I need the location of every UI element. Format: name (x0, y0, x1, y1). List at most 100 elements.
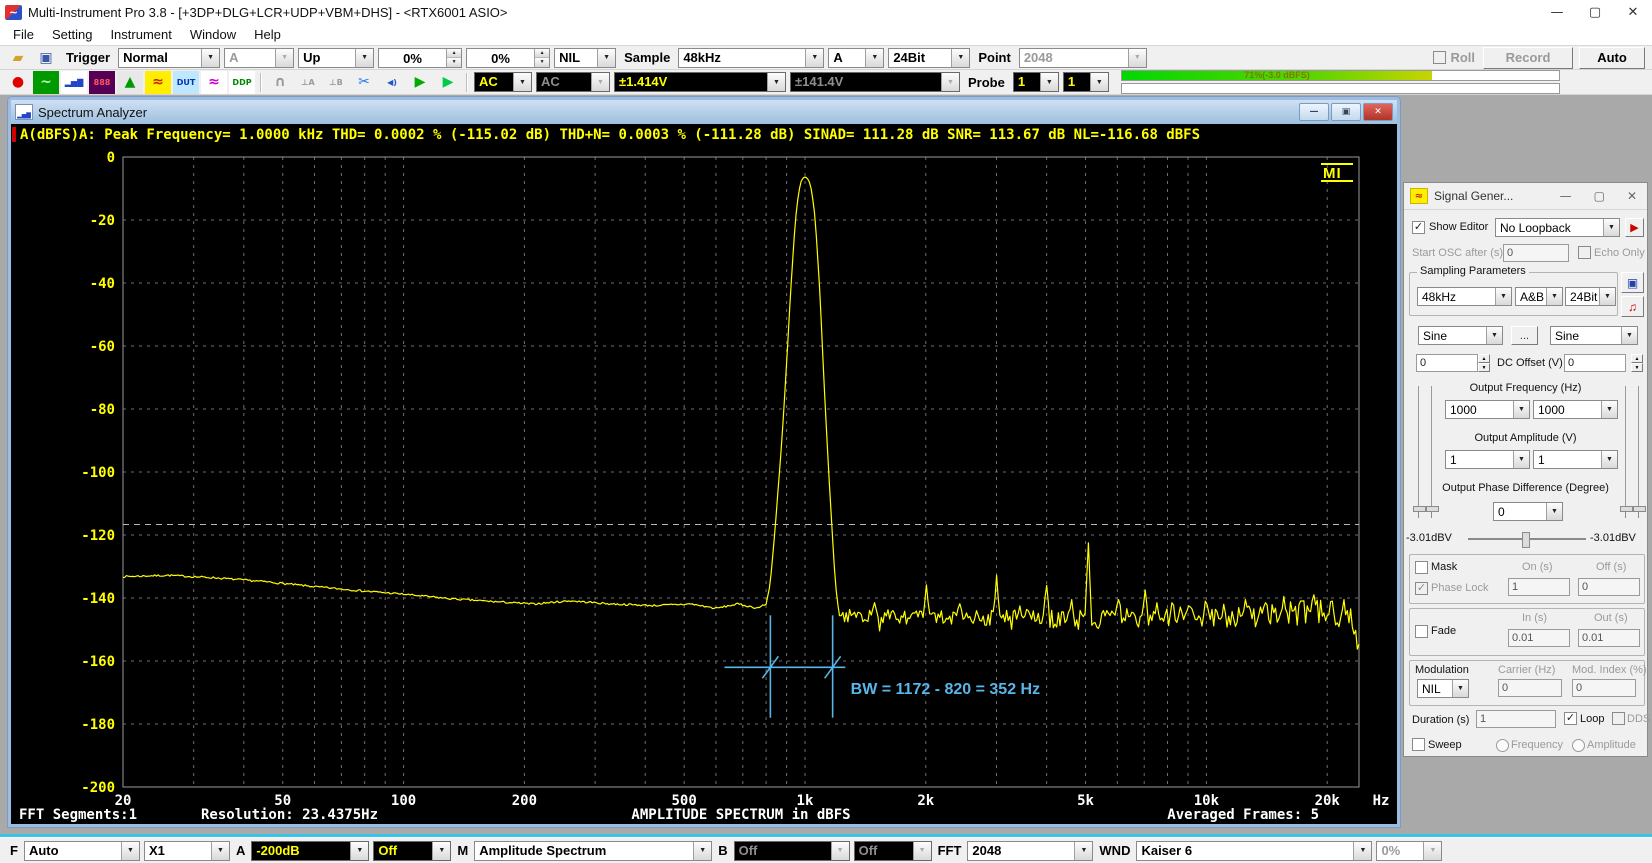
generator-channels-combo[interactable]: A&B ▼ (1515, 287, 1563, 306)
mask-checkbox[interactable] (1415, 561, 1428, 574)
dc-offset-b-down-icon[interactable]: ▼ (1631, 363, 1643, 372)
chevron-down-icon[interactable]: ▼ (1601, 451, 1617, 468)
phase-combo[interactable]: 0 ▼ (1493, 502, 1563, 521)
sample-channel-combo[interactable]: A▼ (828, 48, 884, 68)
generator-sample-rate-combo[interactable]: 48kHz ▼ (1417, 287, 1512, 306)
sweep-checkbox[interactable] (1412, 738, 1425, 751)
trigger-delay-spinner[interactable]: 0%▲▼ (466, 48, 550, 68)
trigger-nil-combo[interactable]: NIL▼ (554, 48, 616, 68)
sweep-frequency-radio[interactable] (1496, 739, 1509, 752)
close-icon[interactable]: ✕ (1614, 1, 1652, 24)
dut-icon[interactable]: DUT (173, 71, 199, 94)
probe-b-combo[interactable]: 1▼ (1063, 72, 1109, 92)
chevron-down-icon[interactable]: ▼ (1090, 73, 1108, 91)
mod-index-input[interactable] (1572, 679, 1636, 697)
chevron-down-icon[interactable]: ▼ (1074, 842, 1092, 860)
chevron-down-icon[interactable]: ▼ (1353, 842, 1371, 860)
trigger-edge-combo[interactable]: Up▼ (298, 48, 374, 68)
chevron-down-icon[interactable]: ▼ (913, 842, 931, 860)
multimeter-icon[interactable]: 888 (89, 71, 115, 94)
duration-input[interactable] (1476, 710, 1556, 728)
panel-minimize-icon[interactable]: — (1560, 189, 1572, 203)
window-function-combo[interactable]: Kaiser 6▼ (1136, 841, 1372, 861)
chevron-down-icon[interactable]: ▼ (951, 49, 969, 67)
sound-device-icon[interactable]: ◀) (379, 71, 405, 94)
trigger-level-spinner[interactable]: 0%▲▼ (378, 48, 462, 68)
start-osc-input[interactable] (1503, 244, 1569, 262)
chevron-down-icon[interactable]: ▼ (1513, 451, 1529, 468)
spectrum-window-titlebar[interactable]: ▂▅▇ Spectrum Analyzer — ▣ ✕ (11, 100, 1397, 124)
chevron-down-icon[interactable]: ▼ (1546, 288, 1562, 305)
spectrum-chart[interactable]: 0-20-40-60-80-100-120-140-160-180-200205… (11, 145, 1395, 824)
chevron-down-icon[interactable]: ▼ (1040, 73, 1058, 91)
mask-off-input[interactable] (1578, 578, 1640, 596)
signal-generator-icon[interactable]: ≈ (145, 71, 171, 94)
chevron-down-icon[interactable]: ▼ (941, 73, 959, 91)
amplitude-b-combo[interactable]: 1 ▼ (1533, 450, 1618, 469)
coupling-b-combo[interactable]: AC▼ (536, 72, 610, 92)
loopback-combo[interactable]: No Loopback ▼ (1495, 218, 1620, 237)
range-b-combo[interactable]: ±141.4V▼ (790, 72, 960, 92)
frequency-multiplier-combo[interactable]: X1▼ (144, 841, 230, 861)
chevron-down-icon[interactable]: ▼ (831, 842, 849, 860)
spin-down-icon[interactable]: ▼ (535, 57, 549, 67)
chevron-down-icon[interactable]: ▼ (201, 49, 219, 67)
b-shift-combo[interactable]: Off▼ (854, 841, 932, 861)
sample-rate-combo[interactable]: 48kHz▼ (678, 48, 824, 68)
dds-checkbox[interactable] (1612, 712, 1625, 725)
probe-a-combo[interactable]: 1▼ (1013, 72, 1059, 92)
a-shift-combo[interactable]: Off▼ (373, 841, 451, 861)
slider-handle[interactable] (1413, 506, 1426, 512)
menu-item-setting[interactable]: Setting (43, 25, 101, 44)
sample-bits-combo[interactable]: 24Bit▼ (888, 48, 970, 68)
chevron-down-icon[interactable]: ▼ (1601, 401, 1617, 418)
chevron-down-icon[interactable]: ▼ (805, 49, 823, 67)
open-file-icon[interactable]: ▰ (5, 46, 31, 69)
spin-down-icon[interactable]: ▼ (447, 57, 461, 67)
generator-bits-combo[interactable]: 24Bit ▼ (1565, 287, 1616, 306)
dc-offset-a-down-icon[interactable]: ▼ (1478, 363, 1490, 372)
spin-up-icon[interactable]: ▲ (447, 49, 461, 58)
chevron-down-icon[interactable]: ▼ (432, 842, 450, 860)
roll-checkbox-box[interactable] (1433, 51, 1446, 64)
spectrum-3d-icon[interactable]: ▲ (117, 71, 143, 94)
chevron-down-icon[interactable]: ▼ (513, 73, 531, 91)
menu-item-file[interactable]: File (4, 25, 43, 44)
chevron-down-icon[interactable]: ▼ (1495, 288, 1511, 305)
chevron-down-icon[interactable]: ▼ (121, 842, 139, 860)
amplitude-a-combo[interactable]: 1 ▼ (1445, 450, 1530, 469)
music-notes-icon[interactable]: ♫ (1621, 296, 1644, 317)
chevron-down-icon[interactable]: ▼ (355, 49, 373, 67)
waveform-b-combo[interactable]: Sine ▼ (1550, 326, 1638, 345)
trigger-mode-combo[interactable]: Normal▼ (118, 48, 220, 68)
menu-item-help[interactable]: Help (245, 25, 290, 44)
echo-only-checkbox[interactable] (1578, 246, 1591, 259)
oscilloscope-icon[interactable]: ~ (33, 71, 59, 94)
coupling-a-combo[interactable]: AC▼ (474, 72, 532, 92)
overlap-combo[interactable]: 0%▼ (1376, 841, 1442, 861)
record-button[interactable]: Record (1483, 47, 1573, 69)
window-restore-icon[interactable]: ▣ (1331, 103, 1361, 121)
level-a-fine-slider[interactable] (1431, 386, 1432, 518)
auto-button[interactable]: Auto (1579, 47, 1645, 69)
dc-offset-a-up-icon[interactable]: ▲ (1478, 354, 1490, 363)
calibration-icon[interactable]: ✂ (351, 71, 377, 94)
signal-generator-titlebar[interactable]: ≈ Signal Gener... — ▢ ✕ (1404, 183, 1647, 210)
panel-close-icon[interactable]: ✕ (1627, 189, 1637, 203)
run-once-icon[interactable]: ▶ (435, 71, 461, 94)
dc-offset-a-input[interactable] (1416, 354, 1478, 372)
fade-checkbox[interactable] (1415, 625, 1428, 638)
slider-handle[interactable] (1426, 506, 1439, 512)
panel-restore-icon[interactable]: ▢ (1594, 189, 1605, 203)
chevron-down-icon[interactable]: ▼ (1599, 288, 1615, 305)
sweep-amplitude-radio[interactable] (1572, 739, 1585, 752)
balance-slider-handle[interactable] (1522, 532, 1530, 548)
chevron-down-icon[interactable]: ▼ (1603, 219, 1619, 236)
a-range-combo[interactable]: -200dB▼ (251, 841, 369, 861)
chevron-down-icon[interactable]: ▼ (865, 49, 883, 67)
slider-handle[interactable] (1620, 506, 1633, 512)
chevron-down-icon[interactable]: ▼ (767, 73, 785, 91)
run-icon[interactable]: ▶ (407, 71, 433, 94)
minimize-icon[interactable]: — (1538, 1, 1576, 24)
chevron-down-icon[interactable]: ▼ (275, 49, 293, 67)
